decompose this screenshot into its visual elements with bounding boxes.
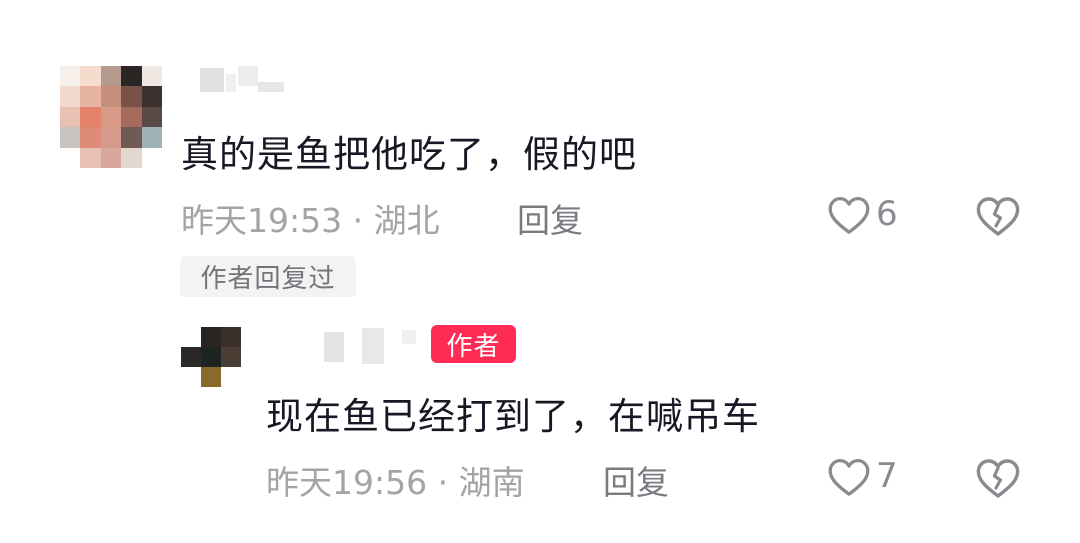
avatar[interactable] xyxy=(60,66,162,168)
reply-avatar[interactable] xyxy=(181,327,241,387)
heart-outline-icon xyxy=(826,192,872,236)
author-replied-tag[interactable]: 作者回复过 xyxy=(180,256,356,297)
reply-username[interactable] xyxy=(320,328,420,366)
reply-text: 现在鱼已经打到了，在喊吊车 xyxy=(266,395,760,438)
reply-like-count: 7 xyxy=(876,456,898,496)
dislike-button[interactable] xyxy=(974,192,1022,242)
author-badge: 作者 xyxy=(431,325,516,363)
reply-reply-button[interactable]: 回复 xyxy=(603,456,669,504)
reply-meta: 昨天19:56 · 湖南 xyxy=(266,463,525,502)
broken-heart-icon xyxy=(974,197,1022,242)
broken-heart-icon xyxy=(974,459,1022,504)
reply-button[interactable]: 回复 xyxy=(517,194,583,242)
reply-like-button[interactable]: 7 xyxy=(826,454,898,498)
heart-outline-icon xyxy=(826,454,872,498)
like-button[interactable]: 6 xyxy=(826,192,898,236)
comment-meta: 昨天19:53 · 湖北 xyxy=(181,201,440,240)
like-count: 6 xyxy=(876,194,898,234)
reply-dislike-button[interactable] xyxy=(974,454,1022,504)
comment-text: 真的是鱼把他吃了，假的吧 xyxy=(181,133,637,176)
username[interactable] xyxy=(198,64,288,96)
